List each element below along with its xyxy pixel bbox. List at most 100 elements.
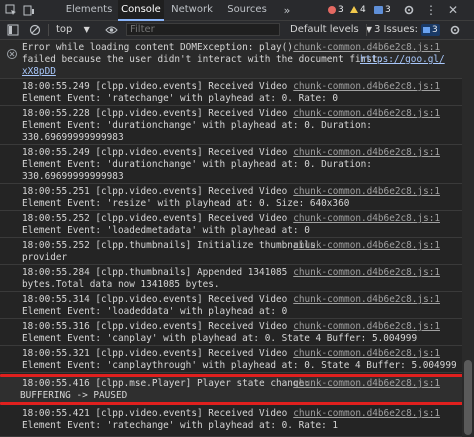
message-text: 18:00:55.249 [clpp.video.events] Receive… (22, 81, 288, 92)
warning-count-badge[interactable]: 4 (350, 3, 366, 16)
message-text: Element Event: 'durationchange' with pla… (22, 120, 372, 131)
message-text: 18:00:55.421 [clpp.video.events] Receive… (22, 408, 288, 419)
console-message[interactable]: 18:00:55.251 [clpp.video.events] Receive… (0, 184, 462, 211)
issues-counter[interactable]: 3 Issues: 3 (374, 23, 440, 37)
console-message[interactable]: 18:00:55.249 [clpp.video.events] Receive… (0, 145, 462, 184)
message-text: Element Event: 'ratechange' with playhea… (22, 420, 339, 431)
context-selector-label: top (56, 24, 73, 35)
message-source-link[interactable]: chunk-common.d4b6e2c8.js:1 (293, 240, 440, 252)
message-help-link-continued[interactable]: xX8pDD (22, 66, 56, 78)
message-text: 18:00:55.251 [clpp.video.events] Receive… (22, 186, 288, 197)
message-source-link[interactable]: chunk-common.d4b6e2c8.js:1 (293, 42, 440, 54)
message-text: Element Event: 'resize' with playhead at… (22, 198, 350, 209)
message-text: 18:00:55.252 [clpp.thumbnails] Initializ… (22, 240, 316, 251)
message-source-link[interactable]: chunk-common.d4b6e2c8.js:1 (293, 408, 440, 420)
message-text: 18:00:55.416 [clpp.mse.Player] Player st… (22, 378, 310, 389)
warning-icon (350, 6, 358, 13)
console-message[interactable]: 18:00:55.249 [clpp.video.events] Receive… (0, 79, 462, 106)
issue-icon (422, 27, 430, 33)
issues-count: 3 (431, 25, 438, 35)
tab-network[interactable]: Network (164, 0, 220, 20)
message-source-link[interactable]: chunk-common.d4b6e2c8.js:1 (293, 378, 440, 390)
error-icon (328, 5, 336, 14)
devtools-panel: Elements Console Network Sources » 3 4 3… (0, 0, 474, 437)
message-source-link[interactable]: chunk-common.d4b6e2c8.js:1 (293, 186, 440, 198)
console-toolbar: top ▼ Default levels ▼ 3 Issues: 3 (0, 21, 474, 40)
console-message[interactable]: 18:00:55.316 [clpp.video.events] Receive… (0, 319, 462, 346)
tab-elements[interactable]: Elements (60, 0, 118, 20)
message-text: BUFFERING -> PAUSED (20, 390, 128, 401)
message-text: 330.69699999999983 (22, 171, 124, 182)
issues-badge: 3 (420, 24, 440, 36)
filter-input[interactable] (126, 23, 280, 36)
message-text: Element Event: 'loadeddata' with playhea… (22, 306, 288, 317)
highlight-marker-bottom (0, 402, 474, 405)
message-text: 18:00:55.284 [clpp.thumbnails] Appended … (22, 267, 288, 278)
show-sidebar-icon[interactable] (6, 23, 20, 37)
toolbar-divider (366, 24, 367, 36)
message-source-link[interactable]: chunk-common.d4b6e2c8.js:1 (293, 213, 440, 225)
message-text: Element Event: 'durationchange' with pla… (22, 159, 372, 170)
more-tabs-icon[interactable]: » (280, 3, 294, 17)
log-levels-label: Default levels (290, 24, 359, 35)
message-text: 330.69699999999983 (22, 132, 124, 143)
console-message[interactable]: 18:00:55.284 [clpp.thumbnails] Appended … (0, 265, 462, 292)
message-text: provider (22, 252, 68, 263)
inspect-element-icon[interactable] (4, 3, 18, 17)
message-text: Element Event: 'canplay' with playhead a… (22, 333, 418, 344)
console-message[interactable]: 18:00:55.314 [clpp.video.events] Receive… (0, 292, 462, 319)
chevron-down-icon: ▼ (83, 25, 90, 34)
message-text: 18:00:55.252 [clpp.video.events] Receive… (22, 213, 288, 224)
message-text: bytes.Total data now 1341085 bytes. (22, 279, 220, 290)
message-source-link[interactable]: chunk-common.d4b6e2c8.js:1 (293, 321, 440, 333)
message-source-link[interactable]: chunk-common.d4b6e2c8.js:1 (293, 294, 440, 306)
message-text: 18:00:55.314 [clpp.video.events] Receive… (22, 294, 288, 305)
console-message[interactable]: Error while loading content DOMException… (0, 40, 462, 79)
console-message-highlighted[interactable]: 18:00:55.416 [clpp.mse.Player] Player st… (0, 376, 462, 403)
error-count-badge[interactable]: 3 (328, 3, 344, 16)
message-text: 18:00:55.228 [clpp.video.events] Receive… (22, 108, 288, 119)
message-text: Element Event: 'loadedmetadata' with pla… (22, 225, 310, 236)
error-count: 3 (338, 4, 344, 15)
message-text: 18:00:55.321 [clpp.video.events] Receive… (22, 348, 288, 359)
message-text: Element Event: 'canplaythrough' with pla… (22, 360, 457, 371)
log-levels-dropdown[interactable]: Default levels ▼ (290, 23, 372, 37)
message-source-link[interactable]: chunk-common.d4b6e2c8.js:1 (293, 267, 440, 279)
tab-sources[interactable]: Sources (220, 0, 274, 20)
console-message[interactable]: 18:00:55.421 [clpp.video.events] Receive… (0, 406, 462, 437)
console-message[interactable]: 18:00:55.252 [clpp.thumbnails] Initializ… (0, 238, 462, 265)
tab-console[interactable]: Console (118, 0, 164, 21)
console-message[interactable]: 18:00:55.321 [clpp.video.events] Receive… (0, 346, 462, 373)
message-icon (374, 5, 383, 14)
message-text: failed because the user didn't interact … (22, 54, 384, 65)
settings-gear-icon[interactable] (402, 3, 416, 17)
scrollbar-thumb[interactable] (464, 360, 472, 435)
console-message[interactable]: 18:00:55.228 [clpp.video.events] Receive… (0, 106, 462, 145)
console-scrollbar[interactable] (462, 40, 474, 437)
clear-console-icon[interactable] (28, 23, 42, 37)
device-toolbar-icon[interactable] (22, 3, 36, 17)
more-options-icon[interactable]: ⋮ (424, 3, 438, 17)
close-icon[interactable]: ✕ (446, 3, 460, 17)
live-expression-eye-icon[interactable] (104, 23, 118, 37)
console-settings-gear-icon[interactable] (448, 23, 462, 37)
context-selector[interactable]: top ▼ (56, 23, 90, 37)
console-message[interactable]: 18:00:55.252 [clpp.video.events] Receive… (0, 211, 462, 238)
message-count: 3 (385, 4, 391, 15)
devtools-tabbar: Elements Console Network Sources » 3 4 3… (0, 0, 474, 21)
console-log[interactable]: Error while loading content DOMException… (0, 40, 462, 437)
message-text: Element Event: 'ratechange' with playhea… (22, 93, 339, 104)
toolbar-divider (48, 24, 49, 36)
highlight-marker-top (0, 374, 474, 377)
message-count-badge[interactable]: 3 (374, 3, 391, 16)
message-source-link[interactable]: chunk-common.d4b6e2c8.js:1 (293, 81, 440, 93)
message-help-link[interactable]: https://goo.gl/ (360, 54, 445, 66)
message-source-link[interactable]: chunk-common.d4b6e2c8.js:1 (293, 147, 440, 159)
message-source-link[interactable]: chunk-common.d4b6e2c8.js:1 (293, 348, 440, 360)
message-text: 18:00:55.316 [clpp.video.events] Receive… (22, 321, 288, 332)
message-text: Error while loading content DOMException… (22, 42, 293, 53)
error-circle-icon (7, 44, 17, 59)
issues-label: 3 Issues: (374, 24, 418, 35)
message-text: 18:00:55.249 [clpp.video.events] Receive… (22, 147, 288, 158)
message-source-link[interactable]: chunk-common.d4b6e2c8.js:1 (293, 108, 440, 120)
